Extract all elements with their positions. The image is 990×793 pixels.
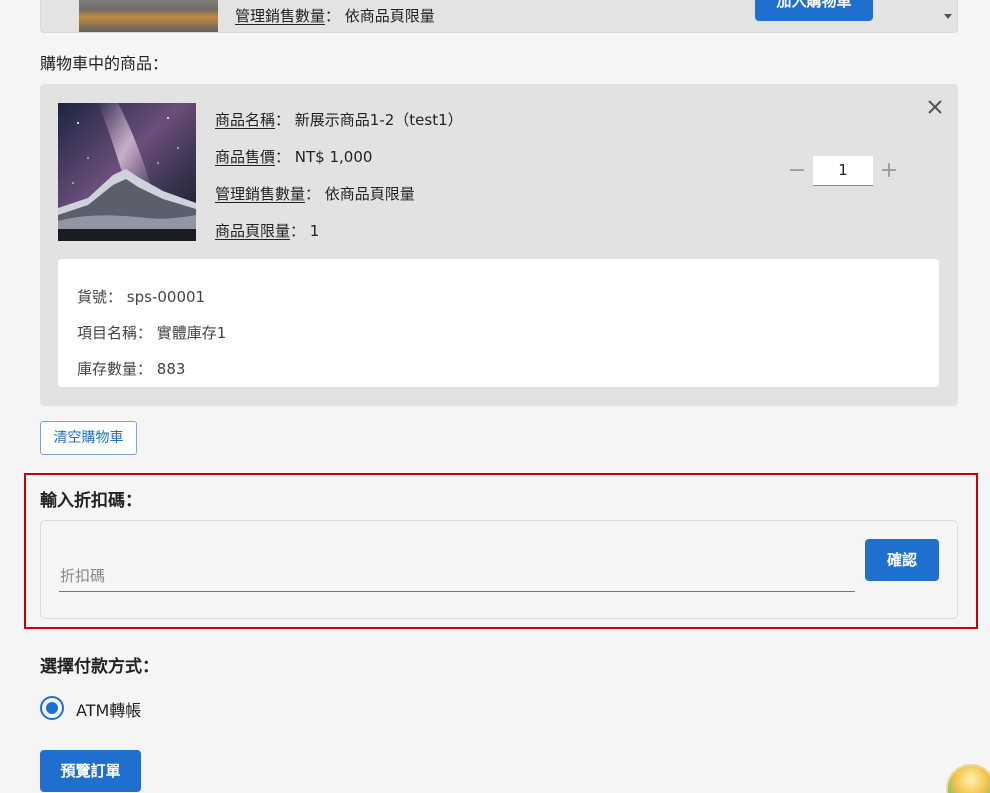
decrease-quantity-button[interactable]: − <box>782 156 812 186</box>
product-name-label: 商品名稱 <box>215 111 276 129</box>
cart-section-title: 購物車中的商品： <box>40 54 169 73</box>
sales-quantity-value: 依商品頁限量 <box>344 7 435 25</box>
confirm-discount-button[interactable]: 確認 <box>865 539 939 581</box>
item-name-value: 實體庫存1 <box>156 324 227 342</box>
stock-quantity-value: 883 <box>156 360 186 378</box>
sku-label: 貨號： <box>77 288 123 306</box>
stock-quantity-row: 庫存數量： 883 <box>77 351 939 387</box>
item-name-label: 項目名稱： <box>77 324 153 342</box>
sales-quantity-value: 依商品頁限量 <box>324 185 415 203</box>
product-name-value: 新展示商品1-2（test1） <box>294 111 463 129</box>
page-limit-value: 1 <box>309 222 320 240</box>
previous-product-card: 管理銷售數量： 依商品頁限量 加入購物車 <box>40 0 958 33</box>
product-price-row: 商品售價： NT$ 1,000 <box>215 148 373 166</box>
quantity-stepper: − 1 + <box>782 156 904 186</box>
preview-order-button[interactable]: 預覽訂單 <box>40 750 141 792</box>
discount-code-input[interactable] <box>59 561 855 592</box>
discount-box: 確認 <box>40 520 958 619</box>
product-price-label: 商品售價 <box>215 148 276 166</box>
stock-quantity-label: 庫存數量： <box>77 360 153 378</box>
page-limit-label: 商品頁限量 <box>215 222 291 240</box>
sku-value: sps-00001 <box>126 288 206 306</box>
atm-transfer-label[interactable]: ATM轉帳 <box>76 697 141 721</box>
sales-quantity-label: 管理銷售數量 <box>235 7 326 25</box>
product-price-value: NT$ 1,000 <box>294 148 373 166</box>
sales-quantity-label: 管理銷售數量 <box>215 185 306 203</box>
cart-item-details: 商品名稱： 新展示商品1-2（test1） 商品售價： NT$ 1,000 管理… <box>215 102 463 250</box>
atm-transfer-radio[interactable] <box>40 696 64 720</box>
payment-section-title: 選擇付款方式： <box>40 657 159 677</box>
increase-quantity-button[interactable]: + <box>874 156 904 186</box>
quantity-input[interactable]: 1 <box>813 156 873 186</box>
floating-badge-icon[interactable] <box>946 764 990 793</box>
product-image <box>58 103 196 241</box>
product-name-row: 商品名稱： 新展示商品1-2（test1） <box>215 111 463 129</box>
remove-item-close-icon[interactable] <box>926 98 944 116</box>
scroll-down-arrow[interactable] <box>941 0 955 29</box>
product-thumbnail <box>79 0 218 32</box>
sku-row: 貨號： sps-00001 <box>77 279 939 315</box>
sales-quantity-row: 管理銷售數量： 依商品頁限量 <box>215 185 415 203</box>
discount-section-title: 輸入折扣碼： <box>40 491 142 511</box>
sales-quantity-row: 管理銷售數量： 依商品頁限量 <box>235 7 435 25</box>
cart-item-panel: 商品名稱： 新展示商品1-2（test1） 商品售價： NT$ 1,000 管理… <box>40 84 958 406</box>
stock-info-box: 貨號： sps-00001 項目名稱： 實體庫存1 庫存數量： 883 <box>58 259 939 387</box>
clear-cart-button[interactable]: 清空購物車 <box>40 421 137 455</box>
item-name-row: 項目名稱： 實體庫存1 <box>77 315 939 351</box>
add-to-cart-button[interactable]: 加入購物車 <box>755 0 873 21</box>
page-limit-row: 商品頁限量： 1 <box>215 222 320 240</box>
